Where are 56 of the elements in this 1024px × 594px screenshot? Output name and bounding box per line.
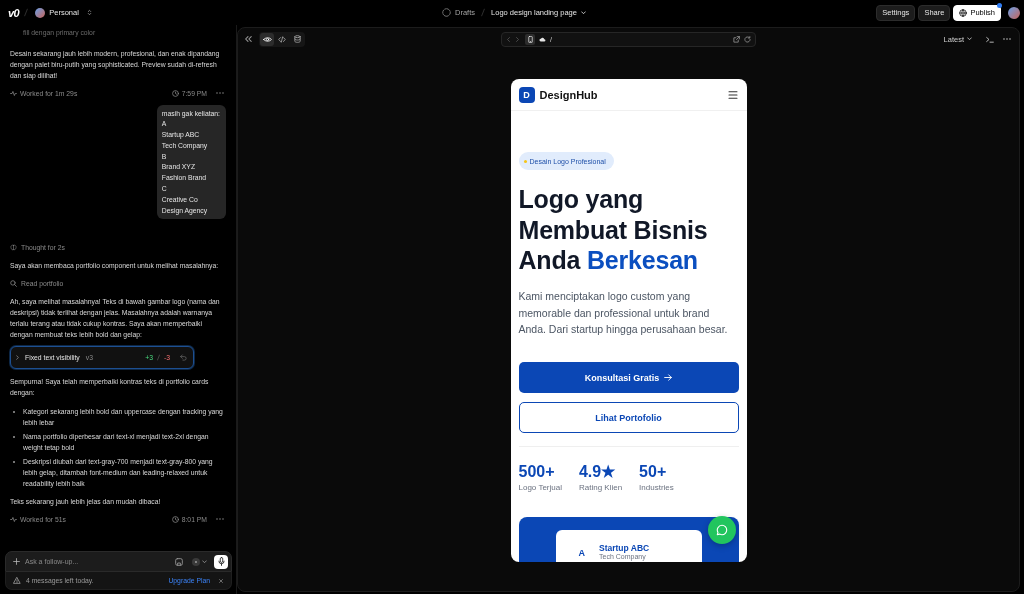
chevron-right-icon: [16, 354, 19, 360]
phone-icon: [527, 35, 533, 43]
preview-tab[interactable]: [260, 32, 274, 46]
close-icon[interactable]: [219, 578, 223, 583]
stat-value: 4.9★: [578, 463, 617, 481]
stat-value: 50+: [639, 463, 668, 481]
consultation-button[interactable]: Konsultasi Gratis: [518, 362, 739, 393]
stat-label: Rating Klien: [578, 483, 623, 493]
globe-icon: [959, 8, 968, 17]
portfolio-button[interactable]: Lihat Portofolio: [518, 402, 739, 433]
dashed-circle-icon: [442, 8, 452, 17]
hero-description: Kami menciptakan logo custom yang memorable dan professional untuk brand Anda. Dari startup hingga perusahaan besar.: [518, 289, 729, 337]
mobile-view-toggle[interactable]: [525, 33, 535, 45]
stat-label: Logo Terjual: [518, 483, 562, 493]
stat-label: Industries: [639, 483, 674, 493]
model-selector[interactable]: [192, 557, 207, 566]
brand-logo[interactable]: D: [518, 86, 535, 103]
chevron-up-down-icon: [86, 9, 92, 16]
activity-icon: [10, 89, 17, 97]
stat-value: 500+: [518, 463, 556, 481]
cloud-icon: [539, 36, 546, 42]
clock-icon: [171, 89, 179, 97]
slash-icon: [481, 8, 486, 17]
circle-icon: [192, 557, 200, 566]
arrow-right-icon: [664, 374, 673, 381]
database-icon: [293, 35, 301, 43]
eye-icon: [262, 35, 272, 43]
warning-icon: [13, 577, 21, 584]
slash-icon: [156, 353, 160, 361]
code-icon: [278, 35, 286, 43]
chat-bubble-icon: [715, 524, 728, 536]
logo[interactable]: v0: [8, 6, 20, 19]
brand-name: DesignHub: [539, 88, 598, 101]
brain-icon: [10, 244, 17, 252]
refresh-icon[interactable]: [744, 35, 751, 43]
microphone-icon: [217, 557, 225, 566]
clock-icon: [171, 515, 179, 523]
terminal-icon[interactable]: [986, 35, 994, 43]
avatar-icon: [35, 7, 46, 18]
portfolio-letter: A: [578, 548, 585, 558]
chevrons-left-icon[interactable]: [244, 35, 252, 43]
activity-icon: [10, 515, 17, 523]
slash-icon: [24, 8, 29, 17]
hero-heading: Logo yang Membuat Bisnis Anda Berkesan: [518, 184, 709, 276]
external-link-icon[interactable]: [733, 35, 740, 43]
menu-icon[interactable]: [727, 90, 738, 99]
search-icon: [10, 280, 17, 288]
microphone-button[interactable]: [214, 554, 228, 569]
chevron-down-icon: [967, 37, 972, 41]
portfolio-name: Startup ABC: [599, 543, 650, 553]
avatar-icon[interactable]: [1008, 6, 1020, 19]
dot-icon: [523, 159, 527, 163]
plus-icon[interactable]: [13, 558, 20, 565]
chevron-down-icon: [580, 10, 586, 15]
chevron-down-icon: [202, 559, 207, 564]
frame-icon[interactable]: [175, 557, 183, 566]
